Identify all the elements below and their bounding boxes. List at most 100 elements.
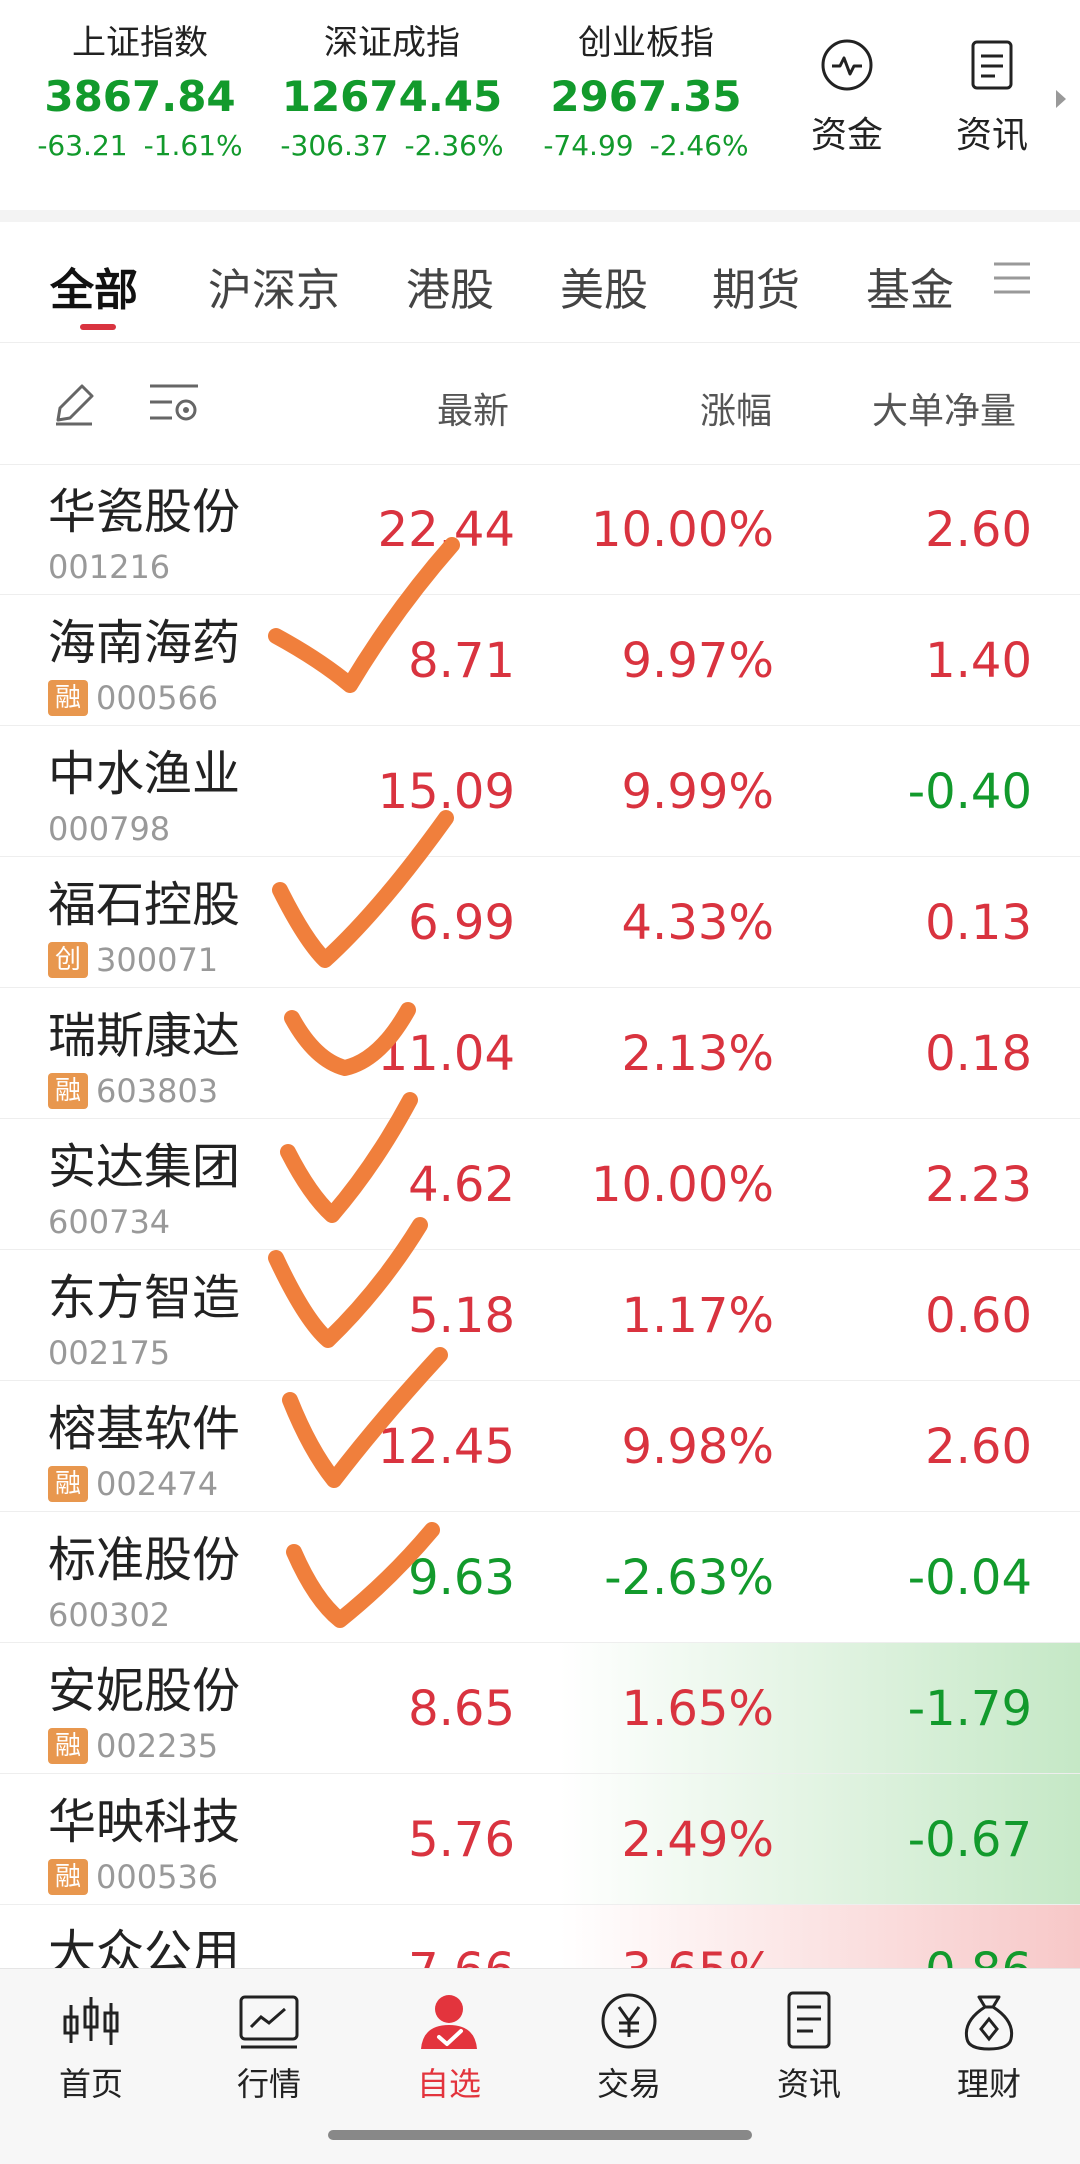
- big-order-net: 2.60: [925, 502, 1032, 558]
- index-chinext[interactable]: 创业板指 2967.35 -74.99 -2.46%: [526, 18, 766, 166]
- change-percent: 10.00%: [590, 502, 774, 558]
- tab-us[interactable]: 美股: [560, 254, 648, 318]
- stock-code: 000536: [96, 1858, 219, 1896]
- big-order-net: -0.40: [907, 764, 1032, 820]
- index-name: 上证指数: [72, 23, 208, 63]
- filter-settings-icon[interactable]: [148, 380, 200, 430]
- quick-link-news[interactable]: 资讯: [937, 38, 1047, 158]
- home-indicator[interactable]: [328, 2130, 752, 2140]
- tab-a-shares[interactable]: 沪深京: [208, 254, 340, 318]
- table-row[interactable]: 瑞斯康达融 603803 11.04 2.13% 0.18: [0, 988, 1080, 1119]
- stock-name: 东方智造: [48, 1270, 241, 1326]
- index-change-pct: -1.61%: [143, 129, 243, 162]
- latest-price: 8.65: [408, 1681, 515, 1737]
- stock-tag-badge: 融: [48, 1466, 88, 1502]
- nav-news[interactable]: 资讯: [739, 1991, 879, 2105]
- chart-icon: [237, 1991, 301, 2051]
- stock-code-line: 创 300071: [48, 941, 218, 979]
- column-change[interactable]: 涨幅: [700, 382, 772, 434]
- tab-funds[interactable]: 基金: [866, 254, 954, 318]
- tab-hk[interactable]: 港股: [406, 254, 494, 318]
- stock-code: 000798: [48, 810, 171, 848]
- nav-label: 行情: [236, 2065, 301, 2103]
- table-row[interactable]: 福石控股创 300071 6.99 4.33% 0.13: [0, 857, 1080, 988]
- stock-code-line: 600302: [48, 1596, 170, 1634]
- index-change: -63.21 -1.61%: [20, 126, 260, 166]
- stock-code: 002235: [96, 1727, 219, 1765]
- stock-code: 002474: [96, 1465, 219, 1503]
- stock-tag-badge: 融: [48, 680, 88, 716]
- table-row[interactable]: 中水渔业 000798 15.09 9.99% -0.40: [0, 726, 1080, 857]
- table-row[interactable]: 海南海药融 000566 8.71 9.97% 1.40: [0, 595, 1080, 726]
- big-order-net: 2.23: [925, 1157, 1032, 1213]
- yen-icon: [597, 1991, 661, 2051]
- column-header: 最新 涨幅 大单净量: [0, 342, 1080, 465]
- table-row[interactable]: 东方智造 002175 5.18 1.17% 0.60: [0, 1250, 1080, 1381]
- stock-code-line: 002175: [48, 1334, 170, 1372]
- quick-link-label: 资讯: [955, 115, 1028, 156]
- nav-label: 资讯: [776, 2065, 841, 2103]
- user-check-icon: [417, 1991, 481, 2051]
- latest-price: 4.62: [408, 1157, 515, 1213]
- table-row[interactable]: 标准股份 600302 9.63 -2.63% -0.04: [0, 1512, 1080, 1643]
- chevron-right-icon[interactable]: [1056, 90, 1066, 108]
- nav-label: 理财: [956, 2065, 1021, 2103]
- edit-icon[interactable]: [52, 382, 96, 430]
- column-big-order[interactable]: 大单净量: [872, 382, 1016, 434]
- document-icon: [777, 1991, 841, 2051]
- table-row[interactable]: 华映科技融 000536 5.76 2.49% -0.67: [0, 1774, 1080, 1905]
- stock-name: 标准股份: [48, 1532, 241, 1588]
- stock-name: 华瓷股份: [48, 484, 241, 540]
- change-percent: 9.99%: [621, 764, 774, 820]
- latest-price: 22.44: [377, 502, 515, 558]
- index-name: 深证成指: [324, 23, 460, 63]
- column-latest[interactable]: 最新: [437, 382, 509, 434]
- latest-price: 11.04: [377, 1026, 515, 1082]
- table-row[interactable]: 华瓷股份 001216 22.44 10.00% 2.60: [0, 464, 1080, 595]
- latest-price: 5.18: [408, 1288, 515, 1344]
- index-value: 3867.84: [44, 72, 236, 121]
- change-percent: 4.33%: [621, 895, 774, 951]
- stock-code-line: 000798: [48, 810, 170, 848]
- latest-price: 5.76: [408, 1812, 515, 1868]
- stock-code: 002175: [48, 1334, 171, 1372]
- stock-code: 000566: [96, 679, 219, 717]
- stock-code: 600302: [48, 1596, 171, 1634]
- money-bag-icon: [957, 1991, 1021, 2051]
- nav-market[interactable]: 行情: [199, 1991, 339, 2105]
- stock-tag-badge: 融: [48, 1859, 88, 1895]
- latest-price: 12.45: [377, 1419, 515, 1475]
- quick-link-funds[interactable]: 资金: [792, 38, 902, 158]
- stock-code-line: 融 002235: [48, 1727, 218, 1765]
- big-order-net: -1.79: [907, 1681, 1032, 1737]
- index-shanghai[interactable]: 上证指数 3867.84 -63.21 -1.61%: [20, 18, 260, 166]
- stock-code-line: 融 603803: [48, 1072, 218, 1110]
- nav-trade[interactable]: 交易: [559, 1991, 699, 2105]
- table-row[interactable]: 榕基软件融 002474 12.45 9.98% 2.60: [0, 1381, 1080, 1512]
- tab-all[interactable]: 全部: [50, 254, 138, 318]
- stock-name: 瑞斯康达: [48, 1008, 241, 1064]
- index-value: 12674.45: [281, 72, 503, 121]
- nav-home[interactable]: 首页: [21, 1991, 161, 2105]
- stock-code-line: 融 000566: [48, 679, 218, 717]
- change-percent: 2.49%: [621, 1812, 774, 1868]
- index-shenzhen[interactable]: 深证成指 12674.45 -306.37 -2.36%: [272, 18, 512, 166]
- index-header: 上证指数 3867.84 -63.21 -1.61% 深证成指 12674.45 …: [0, 0, 1080, 210]
- index-name: 创业板指: [578, 23, 714, 63]
- change-percent: 1.17%: [621, 1288, 774, 1344]
- table-row[interactable]: 安妮股份融 002235 8.65 1.65% -1.79: [0, 1643, 1080, 1774]
- change-percent: 9.97%: [621, 633, 774, 689]
- stock-name: 实达集团: [48, 1139, 241, 1195]
- table-row[interactable]: 实达集团 600734 4.62 10.00% 2.23: [0, 1119, 1080, 1250]
- change-percent: 9.98%: [621, 1419, 774, 1475]
- menu-icon[interactable]: [992, 260, 1032, 296]
- nav-label: 首页: [58, 2065, 123, 2103]
- divider: [0, 210, 1080, 222]
- index-value: 2967.35: [550, 72, 742, 121]
- tab-futures[interactable]: 期货: [712, 254, 800, 318]
- candlestick-icon: [59, 1991, 123, 2051]
- nav-wealth[interactable]: 理财: [919, 1991, 1059, 2105]
- watchlist: 华瓷股份 001216 22.44 10.00% 2.60 海南海药融 000566 8.71…: [0, 464, 1080, 2036]
- nav-watchlist[interactable]: 自选: [379, 1991, 519, 2105]
- big-order-net: 0.13: [925, 895, 1032, 951]
